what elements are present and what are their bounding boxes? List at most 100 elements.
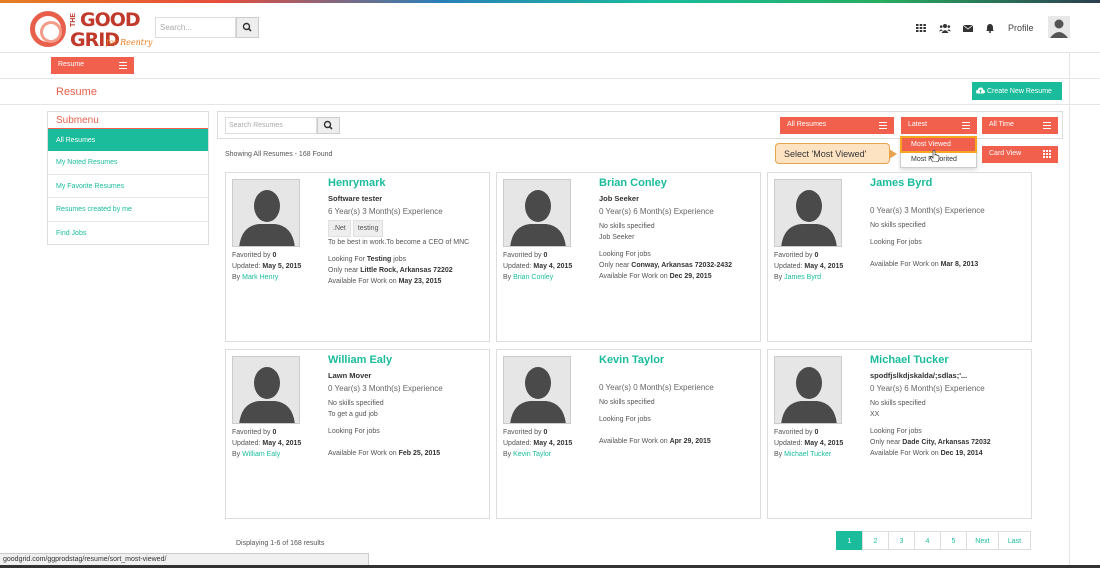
page-5-button[interactable]: 5 [940,531,967,550]
updated-label: Updated: [232,263,263,270]
profile-photo[interactable] [774,179,842,247]
profile-link[interactable]: Profile [1008,23,1034,33]
secondary-toolbar [0,53,1100,79]
favorited-label: Favorited by [774,252,815,259]
profile-photo[interactable] [232,356,300,424]
profile-photo[interactable] [774,356,842,424]
card-details: 0 Year(s) 3 Month(s) Experience No skill… [870,193,1028,270]
sidebar-item-all-resumes[interactable]: All Resumes [48,129,208,151]
looking-for-text: Looking For jobs [599,251,651,258]
logo-the-text: THE [70,13,77,27]
resume-search-button[interactable] [317,117,340,134]
author-link[interactable]: Brian Conley [513,274,553,281]
page-1-button[interactable]: 1 [836,531,863,550]
candidate-name-link[interactable]: Henrymark [328,177,385,189]
by-label: By [503,451,514,458]
scope-filter-dropdown[interactable]: All Resumes [780,117,894,134]
search-icon [242,22,252,32]
location-text: Conway, Arkansas 72032-2432 [631,262,733,269]
logo-good-text: GOOD [80,9,141,31]
favorited-label: Favorited by [232,252,273,259]
favorited-label: Favorited by [774,429,815,436]
users-icon[interactable] [939,23,951,33]
author-link[interactable]: Mark Henry [242,274,278,281]
card-details: spodfjslkdjskalda/;sdlas;'... 0 Year(s) … [870,370,1028,459]
header-search-button[interactable] [236,17,259,38]
experience-text: 0 Year(s) 6 Month(s) Experience [599,207,714,216]
create-new-resume-button[interactable]: Create New Resume [972,82,1062,100]
page-3-button[interactable]: 3 [888,531,915,550]
hamburger-icon [119,62,127,69]
last-page-button[interactable]: Last [998,531,1031,550]
sidebar-item-find-jobs[interactable]: Find Jobs [48,222,208,246]
skill-tags: .Net testing [328,217,486,237]
view-mode-dropdown[interactable]: Card View [982,146,1058,163]
period-filter-dropdown[interactable]: All Time [982,117,1058,134]
candidate-name-link[interactable]: Michael Tucker [870,354,949,366]
objective-text: To get a gud job [328,411,378,418]
author-link[interactable]: Michael Tucker [784,451,831,458]
apps-grid-icon[interactable] [916,23,926,33]
resume-menu-label: Resume [58,61,85,68]
grid-view-icon [1043,150,1051,158]
envelope-icon[interactable] [963,23,973,33]
hand-cursor-icon [930,150,940,162]
candidate-name-link[interactable]: Kevin Taylor [599,354,664,366]
candidate-name-link[interactable]: William Ealy [328,354,392,366]
job-title: Software tester [328,194,383,203]
profile-photo[interactable] [503,356,571,424]
sidebar-item-my-noted-resumes[interactable]: My Noted Resumes [48,151,208,175]
sidebar-item-my-favorite-resumes[interactable]: My Favorite Resumes [48,175,208,198]
resume-menu-button[interactable]: Resume [51,57,134,74]
hamburger-icon [879,122,887,129]
by-label: By [503,274,514,281]
author-link[interactable]: James Byrd [784,274,821,281]
card-details: Job Seeker 0 Year(s) 6 Month(s) Experien… [599,193,757,282]
profile-photo[interactable] [503,179,571,247]
experience-text: 0 Year(s) 3 Month(s) Experience [328,384,443,393]
sidebar-item-resumes-created-by-me[interactable]: Resumes created by me [48,198,208,222]
experience-text: 0 Year(s) 6 Month(s) Experience [870,384,985,393]
resume-card[interactable]: Favorited by 0 Updated: May 4, 2015 By J… [767,172,1032,342]
skill-tag[interactable]: .Net [328,220,351,237]
cloud-upload-icon [976,87,985,94]
favorited-count: 0 [272,252,277,259]
user-avatar[interactable] [1048,16,1070,38]
author-link[interactable]: William Ealy [242,451,280,458]
author-link[interactable]: Kevin Taylor [513,451,551,458]
only-near-label: Only near [599,262,632,269]
location-text: Little Rock, Arkansas 72202 [360,267,453,274]
sort-dropdown[interactable]: Latest [901,117,977,134]
next-page-button[interactable]: Next [966,531,999,550]
page-2-button[interactable]: 2 [862,531,889,550]
page-4-button[interactable]: 4 [914,531,941,550]
resume-card[interactable]: Favorited by 0 Updated: May 4, 2015 By K… [496,349,761,519]
resume-card[interactable]: Favorited by 0 Updated: May 4, 2015 By W… [225,349,490,519]
favorited-label: Favorited by [503,429,544,436]
resume-card[interactable]: Favorited by 0 Updated: May 4, 2015 By M… [767,349,1032,519]
bell-icon[interactable] [985,23,995,33]
by-label: By [232,451,243,458]
skills-text: No skills specified [870,400,926,407]
candidate-name-link[interactable]: Brian Conley [599,177,667,189]
candidate-name-link[interactable]: James Byrd [870,177,932,189]
updated-date: May 4, 2015 [804,440,844,447]
page-title: Resume [56,86,97,98]
available-label: Available For Work on [599,438,670,445]
looking-suffix: jobs [391,256,407,263]
card-details: Software tester 6 Year(s) 3 Month(s) Exp… [328,193,486,287]
header-search-input[interactable]: Search... [155,17,236,38]
person-silhouette-icon [504,357,570,423]
skill-tag[interactable]: testing [352,220,384,237]
available-date: Feb 25, 2015 [398,450,441,457]
resume-card[interactable]: Favorited by 0 Updated: May 5, 2015 By M… [225,172,490,342]
available-date: May 23, 2015 [398,278,442,285]
updated-label: Updated: [503,440,534,447]
available-label: Available For Work on [599,273,670,280]
experience-text: 0 Year(s) 0 Month(s) Experience [599,383,714,392]
looking-category: Testing [366,256,392,263]
resume-card[interactable]: Favorited by 0 Updated: May 4, 2015 By B… [496,172,761,342]
resume-search-input[interactable]: Search Resumes [225,117,317,134]
profile-photo[interactable] [232,179,300,247]
good-grid-logo[interactable]: THE GOOD GRID for Reentry [30,7,155,51]
